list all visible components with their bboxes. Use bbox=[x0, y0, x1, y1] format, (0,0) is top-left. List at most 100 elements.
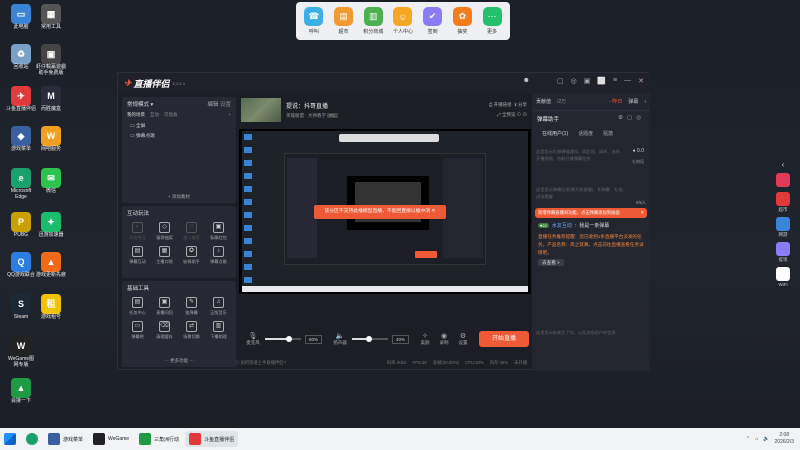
message-icon[interactable]: ▢ bbox=[557, 77, 564, 85]
tab-barrage[interactable]: 弹幕 bbox=[628, 98, 638, 105]
taskbar-edge[interactable] bbox=[22, 431, 42, 447]
help-link[interactable]: ⓘ 如何快速上手直播伴侣? bbox=[235, 360, 286, 366]
desktop-icon[interactable]: ✈ 斗鱼直播伴侣 bbox=[6, 86, 36, 113]
taskbar-item-douyu[interactable]: 斗鱼直播伴侣 bbox=[185, 431, 239, 447]
volume-icon[interactable]: 🔈 bbox=[763, 436, 769, 442]
dock-item[interactable]: ☎ 呼叫 bbox=[301, 7, 327, 35]
tool-button[interactable]: ✎ 鉴弹幕 bbox=[178, 295, 205, 319]
desktop-icon[interactable]: Q QQ游戏联合 bbox=[6, 252, 36, 279]
desktop-icon[interactable]: ▲ 游戏更新先疲 bbox=[36, 252, 66, 279]
tool-button[interactable]: ▣ 私聊红包 bbox=[205, 220, 232, 244]
new-feature-notice[interactable]: 新增弹幕直播间功能，点击弹幕添加到画面 ✕ bbox=[535, 208, 647, 218]
network-icon[interactable]: ⌂ bbox=[755, 436, 758, 442]
close-icon[interactable]: ✕ bbox=[638, 77, 644, 85]
mic-toggle[interactable]: 🎙 麦克风 bbox=[241, 332, 265, 346]
side-toolbar-item[interactable]: 提现 bbox=[773, 242, 793, 263]
desktop-icon[interactable]: e Microsoft Edge bbox=[6, 168, 36, 201]
go-view-button[interactable]: 去查看 > bbox=[538, 259, 564, 266]
desktop-icon[interactable]: ▦ 常用工具 bbox=[36, 4, 66, 31]
desktop-icon[interactable]: W WeGame图网专版 bbox=[6, 336, 36, 369]
desktop-icon[interactable]: ▣ 虾仔輸贏遊戲助手免费版 bbox=[36, 44, 66, 77]
desktop-icon[interactable]: ◆ 游戏菜单 bbox=[6, 126, 36, 153]
room-title[interactable]: 提说：抖哥直播 bbox=[286, 101, 338, 110]
tray-arrow-icon[interactable]: ⌃ bbox=[746, 436, 750, 442]
tool-button[interactable]: ▣ 直播间回 bbox=[151, 295, 178, 319]
chevron-up-icon[interactable]: ‹ bbox=[782, 160, 785, 169]
gift-icon[interactable]: ▣ bbox=[584, 77, 591, 85]
live-preview-screen[interactable]: 该分区不支持此播模型直播，不能回直接以推中消 ✕ bbox=[239, 129, 531, 294]
scene-settings-tab[interactable]: 设置 bbox=[220, 102, 231, 108]
tab-backup[interactable]: 可能备 bbox=[164, 112, 178, 118]
dock-item[interactable]: ⋯ 更多 bbox=[479, 7, 505, 35]
dock-item[interactable]: ✔ 签到 bbox=[420, 7, 446, 35]
settings-button[interactable]: ⚙ 设置 bbox=[455, 332, 471, 346]
tool-button[interactable]: ◇ 福袋抽奖 bbox=[151, 220, 178, 244]
mic-volume-value[interactable]: 60% bbox=[305, 334, 323, 344]
assistant-tools[interactable]: ⚙▢◎ bbox=[618, 115, 645, 123]
source-item[interactable]: ▭ 全屏 bbox=[130, 122, 228, 132]
start-live-button[interactable]: 开始直播 bbox=[479, 331, 529, 347]
clock[interactable]: 2:08 2026/2/3 bbox=[775, 432, 794, 446]
barrage-message[interactable]: ♥22 水友互动: 我是一条弹幕 bbox=[538, 222, 644, 229]
desktop-icon[interactable]: ✉ 微信 bbox=[36, 168, 66, 195]
tool-button[interactable]: ▥ 下播助理 bbox=[205, 319, 232, 343]
record-button[interactable]: ◉ 录制 bbox=[436, 332, 452, 346]
desktop-icon[interactable]: ♻ 回收站 bbox=[6, 44, 36, 71]
minimize-icon[interactable]: — bbox=[624, 77, 631, 85]
tool-button[interactable]: ▤ 任务中心 bbox=[124, 295, 151, 319]
side-toolbar-item[interactable]: 网游 bbox=[773, 217, 793, 238]
add-scene-icon[interactable]: + bbox=[228, 112, 231, 118]
desktop-icon[interactable]: ▭ 此电脑 bbox=[6, 4, 36, 31]
source-item[interactable]: ▭ 弹幕点歌 bbox=[130, 132, 228, 142]
mic-volume-slider[interactable] bbox=[265, 336, 301, 342]
menu-icon[interactable]: ≡ bbox=[613, 77, 617, 85]
beauty-button[interactable]: ✧ 美颜 bbox=[417, 332, 433, 346]
tool-button[interactable]: ♪ 弹幕点歌 bbox=[205, 244, 232, 268]
desktop-icon[interactable]: ▲ 会接一下 bbox=[6, 378, 36, 405]
tool-button[interactable]: ⇄ 场景切换 bbox=[178, 319, 205, 343]
taskbar-item-delta-force[interactable]: 三角洲行动 bbox=[135, 431, 183, 447]
speaker-volume-value[interactable]: 40% bbox=[392, 334, 410, 344]
user-name[interactable]: 水友互动 bbox=[552, 222, 572, 229]
tool-button[interactable]: ▦ 主播口袋 bbox=[151, 244, 178, 268]
desktop-icon[interactable]: M 而胜魔盒 bbox=[36, 86, 66, 113]
dock-item[interactable]: ☺ 个人中心 bbox=[390, 7, 416, 35]
side-toolbar-item[interactable]: 超市 bbox=[773, 192, 793, 213]
dock-item[interactable]: ▥ 积分商城 bbox=[360, 7, 386, 35]
avatar-icon[interactable]: ☻ bbox=[523, 77, 530, 85]
tab-online-users[interactable]: 在线用户(1) bbox=[542, 130, 568, 137]
desktop-icon[interactable]: P PUBG bbox=[6, 212, 36, 239]
start-button[interactable] bbox=[0, 431, 20, 447]
tab-sticker[interactable]: 贴筋 bbox=[603, 130, 613, 137]
scene-edit-tab[interactable]: 编辑 bbox=[207, 102, 218, 108]
dock-item[interactable]: ✿ 抽奖 bbox=[449, 7, 475, 35]
speaker-volume-slider[interactable] bbox=[352, 336, 389, 342]
minimize-mode-icon[interactable]: ⬜ bbox=[597, 77, 606, 85]
add-material-button[interactable]: + 添加素材 bbox=[122, 194, 236, 200]
fullscreen-preview-button[interactable]: ⤢ 全预览 bbox=[497, 112, 515, 117]
tool-button[interactable]: ⌫ 清理缓存 bbox=[151, 319, 178, 343]
alert-close-icon[interactable]: ✕ bbox=[431, 209, 435, 214]
tool-button[interactable]: ◐ 开启关注 bbox=[124, 220, 151, 244]
tool-button[interactable]: ☺ 邀人推荐 bbox=[178, 220, 205, 244]
taskbar-item-wegame[interactable]: WeGame bbox=[89, 431, 133, 447]
side-toolbar-item[interactable] bbox=[773, 173, 793, 188]
desktop-icon[interactable]: S Steam bbox=[6, 294, 36, 321]
tab-topic[interactable]: 话题度 bbox=[578, 130, 593, 137]
scene-mode-select[interactable]: 常规模式 ▾ bbox=[127, 100, 153, 108]
notice-close-icon[interactable]: ✕ bbox=[640, 208, 644, 218]
tab-interact[interactable]: 互动 bbox=[150, 112, 159, 118]
room-category[interactable]: 英雄联盟 · 大神教学 bbox=[286, 113, 326, 118]
open-live-link[interactable]: ⎙ 开播链接 bbox=[489, 102, 512, 107]
room-cover-image[interactable] bbox=[241, 98, 281, 122]
tool-button[interactable]: ✪ 轮椅助手 bbox=[178, 244, 205, 268]
desktop-icon[interactable]: ✦ 迅游加速器 bbox=[36, 212, 66, 239]
desktop-icon[interactable]: 租游戏租号 bbox=[36, 294, 66, 321]
tab-contribution[interactable]: 贡献值 bbox=[536, 98, 551, 105]
taskbar-item-game-menu[interactable]: 游戏菜单 bbox=[44, 431, 87, 447]
side-toolbar-item[interactable]: WiFi bbox=[773, 267, 793, 287]
tool-button[interactable]: ▭ 弹幕吧 bbox=[124, 319, 151, 343]
speaker-toggle[interactable]: 🔈 扬声器 bbox=[328, 332, 352, 346]
dock-item[interactable]: ▤ 超市 bbox=[331, 7, 357, 35]
tool-button[interactable]: ▤ 弹幕互动 bbox=[124, 244, 151, 268]
